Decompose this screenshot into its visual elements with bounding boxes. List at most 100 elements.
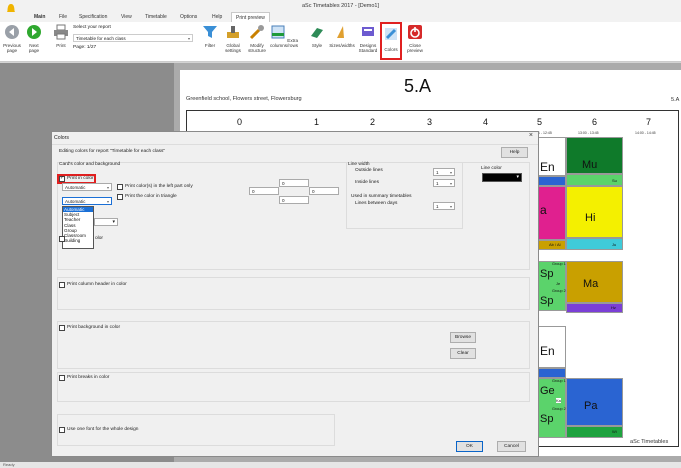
cell-subject: Ma: [583, 278, 599, 290]
modify-structure-button[interactable]: Modify structure: [246, 24, 268, 53]
color-mode-select[interactable]: Automatic ▾: [62, 183, 112, 191]
hidden-checkbox[interactable]: [59, 236, 65, 242]
cell-subject: Sp: [540, 268, 554, 280]
column-header-group: [57, 277, 530, 310]
outside-lines-select[interactable]: 1 ▾: [433, 168, 455, 176]
margin-bottom-input[interactable]: 0: [279, 196, 309, 204]
breaks-checkbox[interactable]: [59, 375, 65, 381]
ok-button[interactable]: OK: [456, 441, 483, 452]
menu-main[interactable]: Main: [34, 14, 45, 20]
menu-specification[interactable]: Specification: [79, 14, 107, 20]
footer-brand: aSc Timetables: [630, 439, 669, 445]
chevron-down-icon: ▾: [106, 199, 109, 204]
hidden-label: olor: [95, 236, 103, 241]
line-color-label: Line color: [481, 166, 502, 171]
period-header: 6: [592, 117, 598, 127]
margin-top-input[interactable]: 0: [279, 179, 309, 187]
dropdown-option[interactable]: Building: [63, 238, 93, 243]
report-label: Select your report: [73, 25, 111, 30]
global-settings-button[interactable]: Global settings: [223, 24, 243, 53]
palette-icon: [385, 28, 397, 40]
one-font-label: Use one font for the whole design: [67, 427, 139, 432]
cell-group: Group 1: [552, 262, 566, 266]
school-address: Greenfield school, Flowers street, Flowe…: [186, 96, 302, 102]
period-header: 1: [314, 117, 320, 127]
margin-left-input[interactable]: 0: [249, 187, 279, 195]
inside-lines-select[interactable]: 1 ▾: [433, 179, 455, 187]
between-days-label: Lines between days: [355, 201, 398, 206]
ruler-icon: [337, 26, 344, 38]
browse-button[interactable]: Browse: [450, 332, 476, 343]
background-checkbox[interactable]: [59, 325, 65, 331]
triangle-checkbox[interactable]: [117, 194, 123, 200]
chevron-down-icon: ▾: [449, 181, 452, 186]
inside-lines-label: Inside lines: [355, 180, 379, 185]
summary-label: Used in summary timetables: [351, 194, 412, 199]
next-page-button[interactable]: Next page: [25, 24, 43, 53]
clear-button[interactable]: Clear: [450, 348, 476, 359]
menu-view[interactable]: View: [121, 14, 132, 20]
page-indicator: Page: 1/27: [73, 45, 97, 50]
cell-subject: Sp: [540, 413, 554, 425]
close-preview-button[interactable]: Close preview: [404, 24, 426, 53]
cell-teacher: Ju: [612, 242, 617, 247]
chevron-down-icon: ▾: [516, 174, 519, 180]
cell-teacher: Hz: [611, 305, 616, 310]
style-button[interactable]: Style: [308, 24, 326, 48]
help-button[interactable]: Help: [501, 147, 528, 158]
brush-icon: [311, 28, 323, 38]
previous-page-button[interactable]: Previous page: [3, 24, 21, 53]
colors-button[interactable]: Colors: [380, 22, 402, 60]
color-source-dropdown[interactable]: Automatic Subject Teacher Class Group Cl…: [62, 206, 94, 249]
period-time: 13:00 - 13:45: [578, 131, 599, 135]
period-time: 14:00 - 14:45: [635, 131, 656, 135]
cell-teacher: Je: [556, 281, 561, 286]
status-text: Ready: [3, 462, 15, 467]
sizes-widths-button[interactable]: Sizes/widths: [328, 24, 356, 48]
menu-help[interactable]: Help: [212, 14, 222, 20]
column-header-label: Print column header in color: [67, 282, 127, 287]
period-header: 5: [537, 117, 543, 127]
period-header: 2: [370, 117, 376, 127]
period-header: 3: [427, 117, 433, 127]
card-color-heading: Card's color and background: [59, 162, 121, 167]
color-source-select[interactable]: Automatic ▾: [62, 197, 112, 205]
between-days-select[interactable]: 1 ▾: [433, 202, 455, 210]
cell-group: Group 2: [552, 289, 566, 293]
breaks-group: [57, 372, 530, 402]
left-part-checkbox[interactable]: [117, 184, 123, 190]
extra-columns-button[interactable]: Extra columns/rows: [270, 24, 298, 48]
line-color-picker[interactable]: ▾: [482, 173, 522, 182]
tools-icon: [249, 25, 264, 40]
designs-button[interactable]: Designs Standard: [357, 24, 379, 53]
column-header-checkbox[interactable]: [59, 282, 65, 288]
left-part-label: Print color(s) in the left part only: [125, 184, 193, 189]
close-icon[interactable]: ×: [529, 132, 533, 139]
one-font-checkbox[interactable]: [59, 427, 65, 433]
filter-button[interactable]: Filter: [200, 24, 220, 48]
period-header: 7: [646, 117, 652, 127]
triangle-label: Print the color in triangle: [125, 194, 177, 199]
menu-options[interactable]: Options: [180, 14, 197, 20]
margin-right-input[interactable]: 0: [309, 187, 339, 195]
print-button[interactable]: Print: [52, 24, 70, 48]
menu-print-preview[interactable]: Print preview: [231, 12, 270, 22]
cancel-button[interactable]: Cancel: [497, 441, 526, 452]
settings-icon: [227, 26, 239, 38]
cell-group: Group 2: [552, 407, 566, 411]
menu-timetable[interactable]: Timetable: [145, 14, 167, 20]
arrow-right-icon: [27, 25, 41, 39]
background-group: [57, 321, 530, 369]
arrow-left-icon: [5, 25, 19, 39]
title-bar: aSc Timetables 2017 - [Demo1]: [0, 0, 681, 12]
cell-teacher: Ka: [556, 398, 561, 403]
cell-group: Group 1: [552, 379, 566, 383]
print-in-color-checkbox[interactable]: ✓: [59, 175, 65, 182]
menu-bar: Main File Specification View Timetable O…: [0, 12, 681, 22]
power-icon: [408, 25, 422, 39]
period-header: 0: [237, 117, 243, 127]
outside-lines-label: Outside lines: [355, 168, 383, 173]
menu-file[interactable]: File: [59, 14, 67, 20]
report-select[interactable]: Timetable for each class ▾: [73, 34, 193, 42]
hidden-select[interactable]: ▾: [94, 218, 118, 226]
